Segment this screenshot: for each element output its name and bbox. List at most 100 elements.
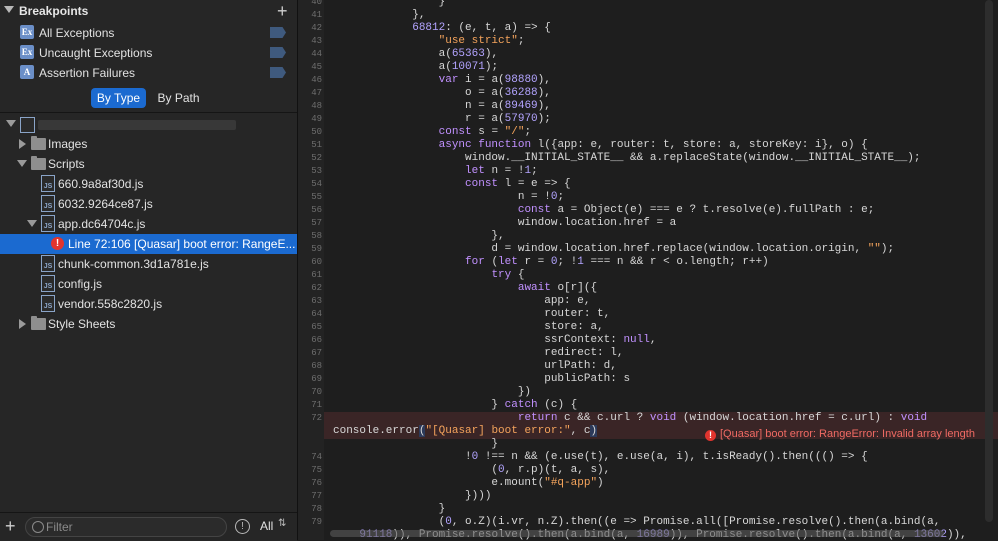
by-type-button[interactable]: By Type: [91, 88, 146, 108]
code-line: 74 !0 !== n && (e.use(t), e.use(a, i), t…: [311, 451, 868, 463]
code-line: 79 (0, o.Z)(i.vr, n.Z).then((e => Promis…: [311, 516, 941, 528]
tree-root-page[interactable]: [0, 114, 297, 134]
exception-icon: Ex: [20, 45, 34, 59]
filter-placeholder: Filter: [46, 520, 73, 534]
code-line: 48 n = a(89469),: [311, 100, 551, 112]
issue-label: Line 72:106 [Quasar] boot error: RangeE.…: [68, 237, 296, 251]
vertical-scrollbar[interactable]: [985, 0, 993, 522]
code-line: 75 (0, r.p)(t, a, s),: [311, 464, 611, 476]
horizontal-scrollbar[interactable]: [330, 530, 944, 537]
code-line: 56 const a = Object(e) === e ? t.resolve…: [311, 204, 875, 216]
disclosure-triangle-icon[interactable]: [19, 319, 26, 329]
document-icon: [20, 117, 35, 133]
js-file-icon: JS: [41, 215, 55, 232]
code-line: 44 a(65363),: [311, 48, 499, 60]
tree-folder-images[interactable]: Images: [0, 134, 297, 154]
breakpoints-section-header[interactable]: Breakpoints +: [0, 0, 297, 22]
breakpoint-uncaught-exceptions[interactable]: Ex Uncaught Exceptions: [0, 43, 297, 63]
breakpoint-toggle[interactable]: [270, 67, 286, 78]
code-line: 78 }: [311, 503, 446, 515]
folder-icon: [31, 136, 46, 150]
code-line: 49 r = a(57970);: [311, 113, 551, 125]
disclosure-triangle-icon[interactable]: [17, 160, 27, 167]
code-editor[interactable]: 40 } 41 }, 42 68812: (e, t, a) => { 43 "…: [298, 0, 998, 540]
error-icon: !: [51, 237, 64, 250]
code-line: 45 a(10071);: [311, 61, 499, 73]
error-line-number: 72: [311, 413, 322, 423]
breakpoint-label: Assertion Failures: [39, 66, 136, 80]
code-line: 71 } catch (c) {: [311, 399, 578, 411]
add-button[interactable]: +: [5, 516, 16, 536]
file-label: vendor.558c2820.js: [58, 297, 163, 311]
issues-filter-icon[interactable]: !: [235, 519, 250, 534]
disclosure-triangle-icon[interactable]: [4, 6, 14, 13]
code-line: 77 }))): [311, 490, 492, 502]
breakpoint-assertion-failures[interactable]: A Assertion Failures: [0, 63, 297, 83]
breakpoint-label: All Exceptions: [39, 26, 115, 40]
code-line: 68 urlPath: d,: [311, 360, 617, 372]
file-label: 660.9a8af30d.js: [58, 177, 144, 191]
code-line: 63 app: e,: [311, 295, 591, 307]
code-line: 69 publicPath: s: [311, 373, 631, 385]
code-line: 50 const s = "/";: [311, 126, 532, 138]
code-line: 47 o = a(36288),: [311, 87, 551, 99]
code-line: 57 window.location.href = a: [311, 217, 677, 229]
redacted-url: [38, 120, 236, 130]
tree-file[interactable]: JS chunk-common.3d1a781e.js: [0, 254, 297, 274]
code-line: 61 try {: [311, 269, 525, 281]
folder-icon: [31, 316, 46, 330]
code-line: 58 },: [311, 230, 505, 242]
exception-icon: Ex: [20, 25, 34, 39]
js-file-icon: JS: [41, 195, 55, 212]
code-line: 65 store: a,: [311, 321, 604, 333]
tree-file[interactable]: JS vendor.558c2820.js: [0, 294, 297, 314]
breakpoint-label: Uncaught Exceptions: [39, 46, 153, 60]
tree-file[interactable]: JS 660.9a8af30d.js: [0, 174, 297, 194]
by-path-button[interactable]: By Path: [151, 88, 206, 108]
assertion-icon: A: [20, 65, 34, 79]
folder-label: Scripts: [48, 157, 85, 171]
file-label: config.js: [58, 277, 103, 291]
file-label: app.dc64704c.js: [58, 217, 146, 231]
code-line: 62 await o[r]({: [311, 282, 598, 294]
tree-file[interactable]: JS config.js: [0, 274, 297, 294]
code-line: 54 const l = e => {: [311, 178, 571, 190]
code-line: 43 "use strict";: [311, 35, 525, 47]
add-breakpoint-button[interactable]: +: [277, 0, 288, 22]
code-line: 60 for (let r = 0; !1 === n && r < o.len…: [311, 256, 769, 268]
chevron-updown-icon[interactable]: ⇅: [278, 518, 286, 529]
code-line: 52 window.__INITIAL_STATE__ && a.replace…: [311, 152, 921, 164]
breakpoints-title: Breakpoints: [19, 4, 89, 18]
js-file-icon: JS: [41, 275, 55, 292]
scope-select[interactable]: All: [260, 519, 273, 533]
disclosure-triangle-icon[interactable]: [27, 220, 37, 227]
js-file-icon: JS: [41, 255, 55, 272]
breakpoint-all-exceptions[interactable]: Ex All Exceptions: [0, 23, 297, 43]
code-line: 76 e.mount("#q-app"): [311, 477, 604, 489]
code-line: 55 n = !0;: [311, 191, 565, 203]
disclosure-triangle-icon[interactable]: [19, 139, 26, 149]
tree-folder-scripts[interactable]: Scripts: [0, 154, 297, 174]
tree-file[interactable]: JS 6032.9264ce87.js: [0, 194, 297, 214]
folder-label: Style Sheets: [48, 317, 116, 331]
filter-icon: [32, 521, 44, 533]
code-line: 67 redirect: l,: [311, 347, 624, 359]
code-line: 41 },: [311, 9, 426, 21]
code-line: 40 }: [311, 0, 446, 8]
code-line: 46 var i = a(98880),: [311, 74, 551, 86]
tree-folder-stylesheets[interactable]: Style Sheets: [0, 314, 297, 334]
disclosure-triangle-icon[interactable]: [6, 120, 16, 127]
tree-issue-row[interactable]: ! Line 72:106 [Quasar] boot error: Range…: [0, 234, 297, 254]
sidebar-bottom-bar: + Filter ! All ⇅: [0, 512, 297, 541]
breakpoint-toggle[interactable]: [270, 47, 286, 58]
js-file-icon: JS: [41, 295, 55, 312]
tree-file-app[interactable]: JS app.dc64704c.js: [0, 214, 297, 234]
code-line: 66 ssrContext: null,: [311, 334, 657, 346]
folder-icon: [31, 156, 46, 170]
filter-field[interactable]: Filter: [25, 517, 227, 537]
code-line: 51 async function l({app: e, router: t, …: [311, 139, 868, 151]
breakpoint-toggle[interactable]: [270, 27, 286, 38]
navigation-sidebar: Breakpoints + Ex All Exceptions Ex Uncau…: [0, 0, 298, 541]
divider: [0, 112, 297, 113]
code-line-error: 72 return c && c.url ? void (window.loca…: [298, 412, 998, 425]
